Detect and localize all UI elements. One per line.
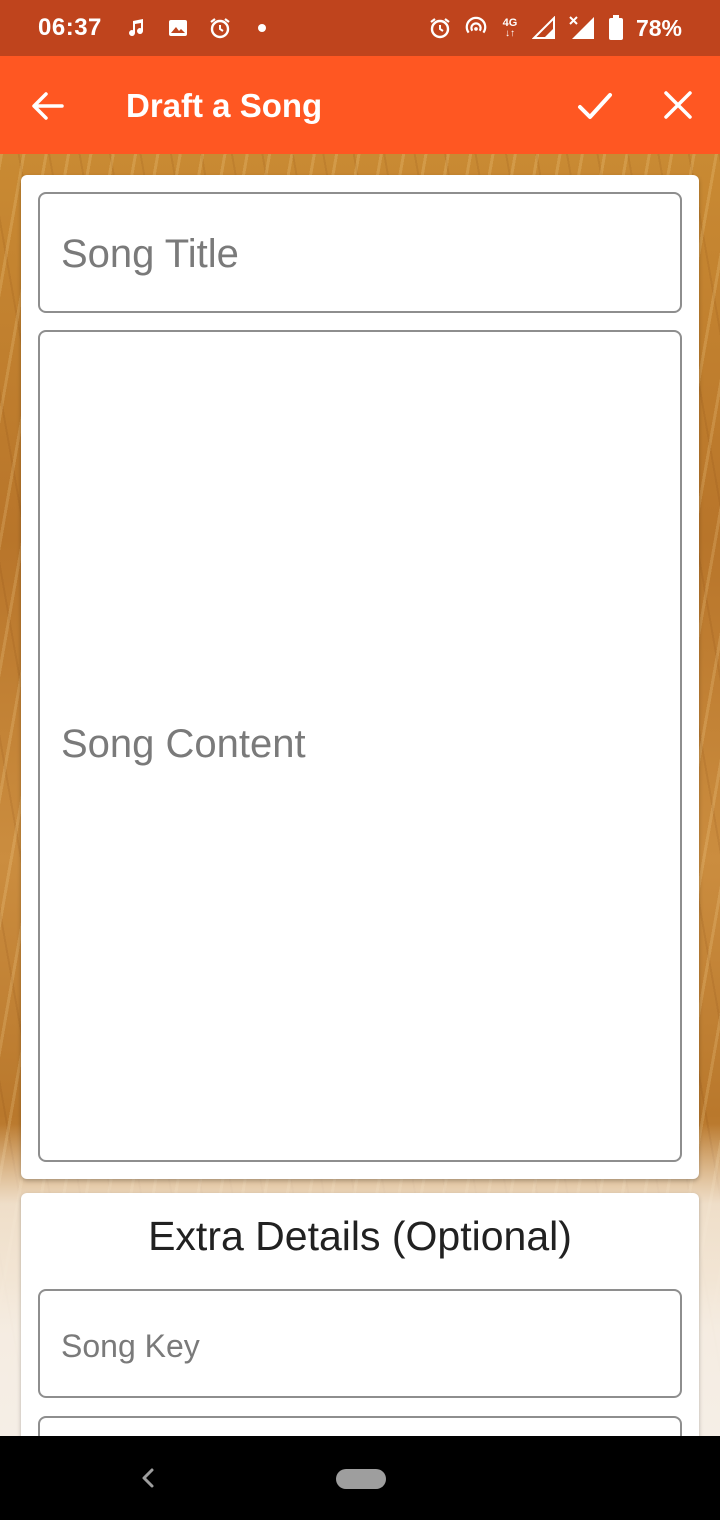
song-content-input[interactable]: Song Content [38,330,682,1162]
extra-details-heading: Extra Details (Optional) [148,1213,572,1259]
status-time: 06:37 [38,14,102,41]
back-button[interactable] [30,88,66,124]
nav-home-button[interactable] [336,1469,386,1489]
battery-percentage: 78% [635,14,682,41]
song-title-input[interactable]: Song Title [38,192,682,313]
close-icon [664,91,692,119]
nav-back-button[interactable] [138,1464,158,1492]
image-icon [166,16,190,40]
music-note-icon [124,16,148,40]
song-key-input[interactable]: Song Key [38,1289,682,1398]
song-key-placeholder: Song Key [61,1328,200,1364]
hotspot-icon [464,16,488,40]
app-bar: Draft a Song [0,56,720,154]
status-left-icons [124,16,274,40]
close-button[interactable] [661,88,695,122]
network-4g-icon: 4G ↓↑ [502,17,518,39]
battery-icon [608,15,624,40]
signal-x-icon [568,16,596,40]
signal-icon [531,16,556,40]
status-bar: 06:37 4G ↓↑ 78% [0,0,720,56]
page-title: Draft a Song [126,87,323,124]
chevron-left-icon [142,1468,154,1488]
song-form-card: Song Title Song Content [21,175,699,1179]
dot-icon [250,16,274,40]
song-content-placeholder: Song Content [61,722,306,766]
arrow-back-icon [32,92,64,120]
save-button[interactable] [576,87,614,125]
status-right-icons: 4G ↓↑ 78% [428,15,682,42]
extra-details-card: Extra Details (Optional) Song Key [21,1193,699,1476]
alarm-icon [208,16,232,40]
check-icon [578,93,612,119]
song-title-placeholder: Song Title [61,232,239,276]
alarm-icon [428,16,452,40]
